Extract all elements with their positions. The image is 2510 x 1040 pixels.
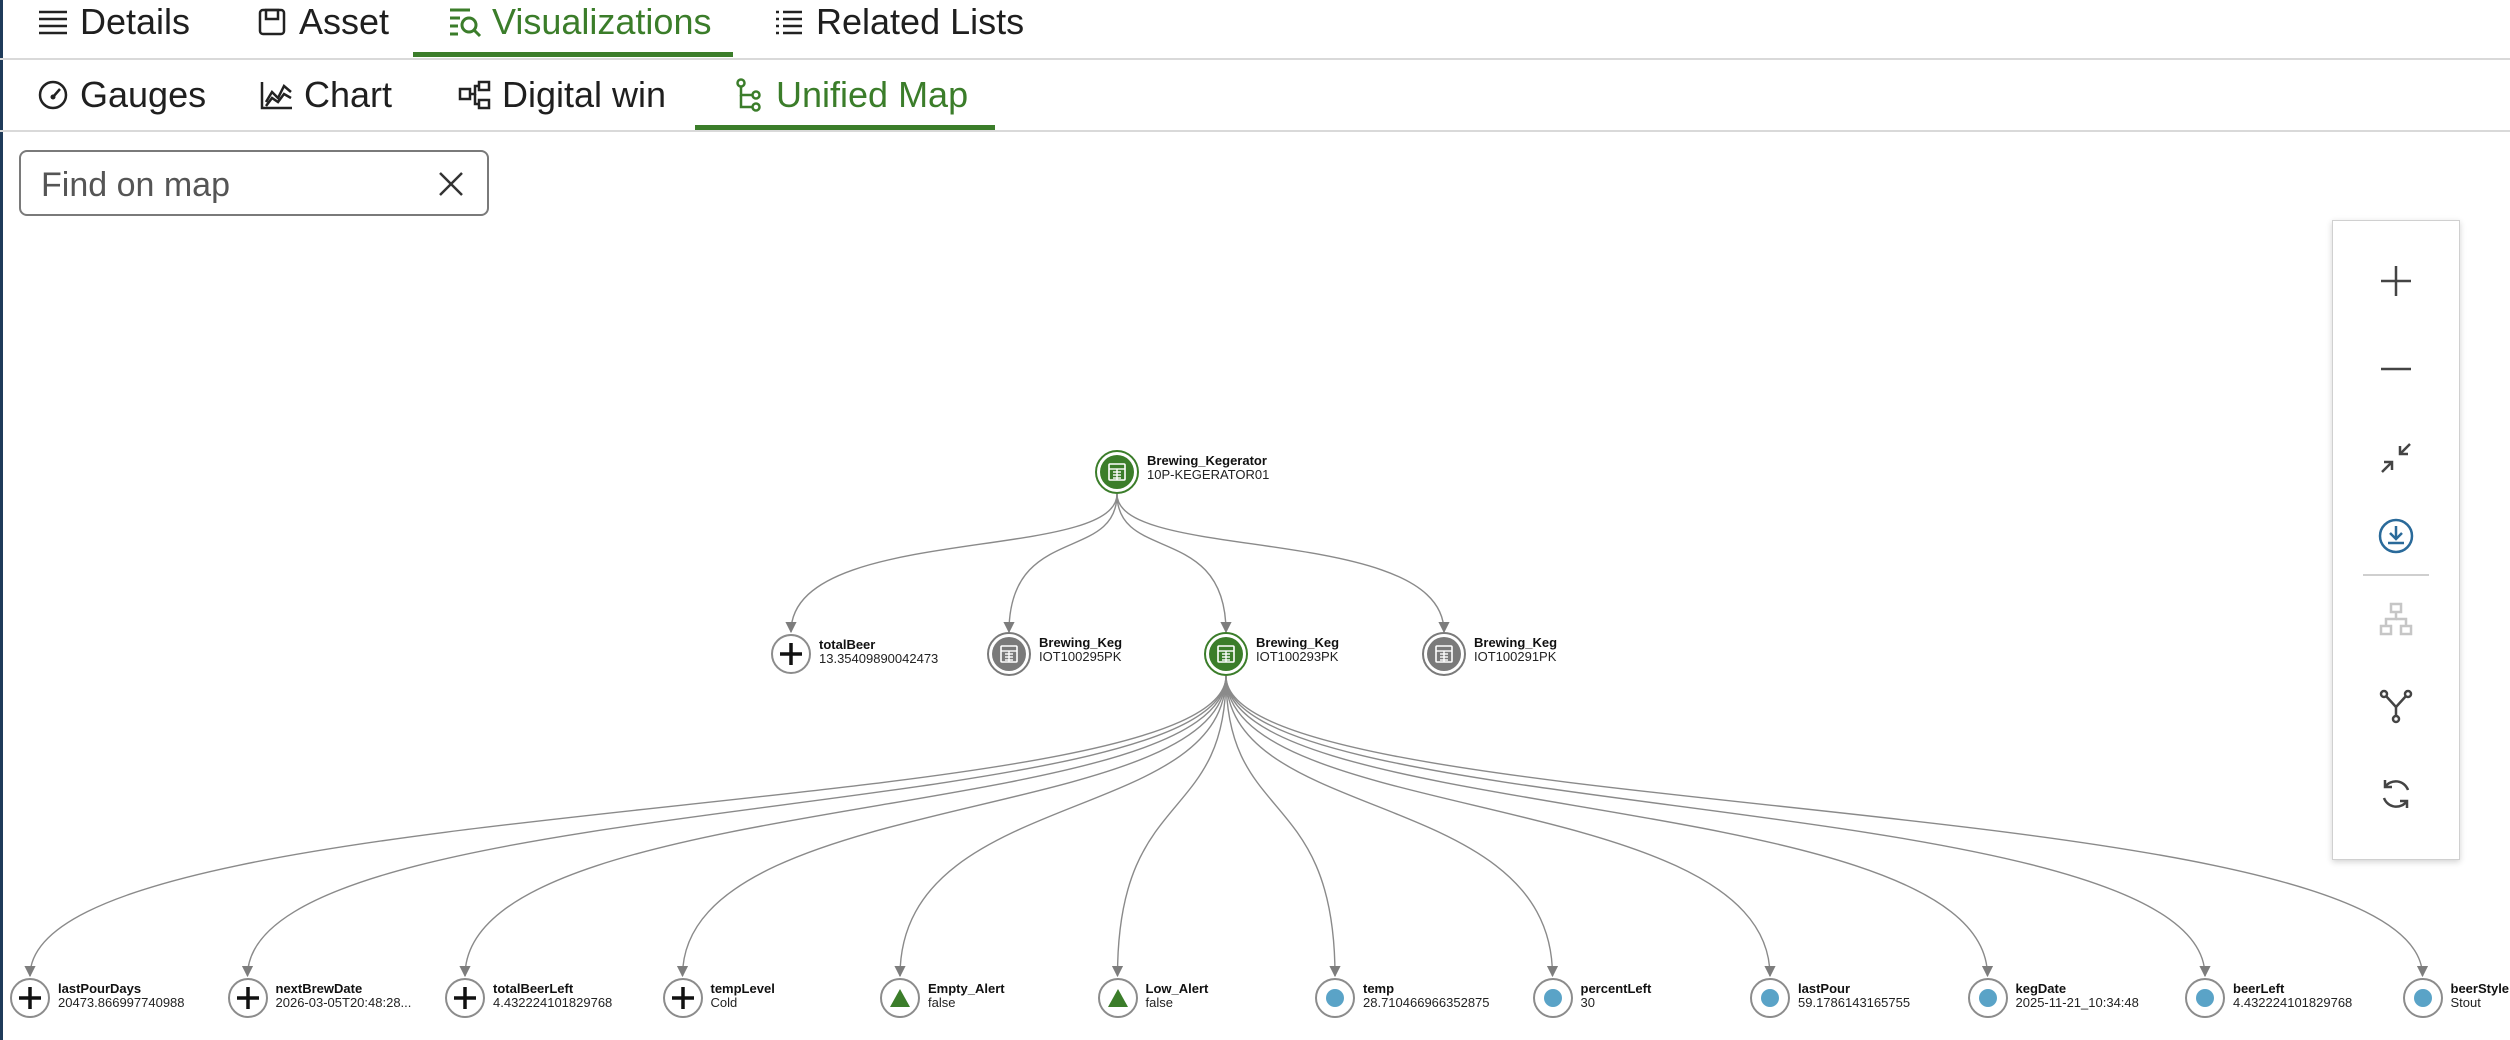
map-edge: [241, 675, 1227, 978]
node-label: totalBeer 13.35409890042473: [819, 638, 938, 666]
node-label: temp 28.710466966352875: [1363, 982, 1490, 1010]
node-name: nextBrewDate: [275, 981, 363, 996]
node-value: 30: [1580, 995, 1595, 1010]
node-name: Brewing_Keg: [1474, 635, 1558, 650]
asset-node-icon: [1422, 632, 1466, 676]
property-dot-icon: [2185, 978, 2225, 1018]
download-icon[interactable]: [2366, 506, 2426, 566]
node-value: Cold: [710, 995, 738, 1010]
node-value: 4.432224101829768: [2233, 995, 2353, 1010]
fit-to-screen-icon[interactable]: [2366, 428, 2426, 488]
node-value: 10P-KEGERATOR01: [1147, 467, 1270, 482]
add-node-icon: [10, 978, 50, 1018]
map-edge: [1111, 675, 1227, 978]
node-name: beerStyle: [2450, 981, 2510, 996]
node-value: false: [1145, 995, 1173, 1010]
map-edge: [894, 675, 1227, 978]
node-name: Low_Alert: [1145, 981, 1209, 996]
node-label: Brewing_Kegerator 10P-KEGERATOR01: [1147, 454, 1269, 482]
map-edge: [1225, 675, 1994, 978]
node-name: kegDate: [2015, 981, 2067, 996]
node-label: nextBrewDate 2026-03-05T20:48:28...: [276, 982, 412, 1010]
node-value: 13.35409890042473: [819, 651, 939, 666]
node-value: IOT100293PK: [1256, 649, 1339, 664]
map-edge: [1225, 675, 2211, 978]
node-value: 59.1786143165755: [1798, 995, 1911, 1010]
map-edge: [1225, 675, 1559, 978]
branch-layout-icon[interactable]: [2366, 676, 2426, 736]
node-label: tempLevel Cold: [711, 982, 775, 1010]
node-label: lastPourDays 20473.866997740988: [58, 982, 185, 1010]
node-name: totalBeer: [819, 637, 876, 652]
zoom-out-icon[interactable]: [2366, 339, 2426, 399]
node-name: lastPourDays: [58, 981, 142, 996]
node-value: 2025-11-21_10:34:48: [2015, 995, 2139, 1010]
property-dot-icon: [1967, 978, 2008, 1018]
map-edge: [1116, 493, 1232, 634]
node-label: totalBeerLeft 4.432224101829768: [493, 982, 612, 1010]
node-name: lastPour: [1798, 981, 1851, 996]
property-dot-icon: [1315, 978, 1355, 1018]
node-label: Brewing_Keg IOT100295PK: [1039, 636, 1122, 664]
map-edge: [1003, 493, 1118, 634]
property-dot-icon: [1750, 978, 1790, 1018]
node-name: Brewing_Keg: [1256, 635, 1340, 650]
node-label: Low_Alert false: [1146, 982, 1209, 1010]
node-name: tempLevel: [710, 981, 775, 996]
hierarchy-layout-icon[interactable]: [2366, 589, 2426, 649]
node-value: 20473.866997740988: [58, 995, 185, 1010]
node-value: 28.710466966352875: [1363, 995, 1490, 1010]
map-edge: [1225, 675, 1341, 978]
map-edge: [1116, 493, 1450, 634]
node-label: Brewing_Keg IOT100293PK: [1256, 636, 1339, 664]
map-edges: [24, 493, 2429, 978]
asset-node-icon: [1095, 450, 1139, 494]
add-node-icon: [771, 634, 811, 674]
property-dot-icon: [2402, 978, 2443, 1018]
add-node-icon: [662, 978, 703, 1018]
node-name: totalBeerLeft: [493, 981, 574, 996]
node-label: lastPour 59.1786143165755: [1798, 982, 1910, 1010]
node-name: temp: [1363, 981, 1395, 996]
refresh-icon[interactable]: [2366, 764, 2426, 824]
node-value: 2026-03-05T20:48:28...: [275, 995, 412, 1010]
map-edge: [459, 675, 1227, 978]
node-name: Brewing_Kegerator: [1147, 453, 1267, 468]
asset-node-icon: [1204, 632, 1248, 676]
node-label: beerStyle Stout: [2451, 982, 2510, 1010]
node-label: percentLeft 30: [1581, 982, 1652, 1010]
node-value: 4.432224101829768: [493, 995, 613, 1010]
node-label: Empty_Alert false: [928, 982, 1005, 1010]
tool-separator: [2363, 574, 2429, 576]
zoom-in-icon[interactable]: [2366, 251, 2426, 311]
add-node-icon: [445, 978, 485, 1018]
node-value: IOT100291PK: [1474, 649, 1557, 664]
map-tool-panel: [2332, 220, 2460, 860]
alert-triangle-icon: [880, 978, 920, 1018]
node-value: false: [928, 995, 956, 1010]
asset-node-icon: [987, 632, 1031, 676]
node-name: beerLeft: [2233, 981, 2285, 996]
node-label: kegDate 2025-11-21_10:34:48: [2016, 982, 2139, 1010]
node-value: IOT100295PK: [1039, 649, 1122, 664]
node-label: Brewing_Keg IOT100291PK: [1474, 636, 1557, 664]
node-name: Empty_Alert: [928, 981, 1005, 996]
node-label: beerLeft 4.432224101829768: [2233, 982, 2352, 1010]
add-node-icon: [227, 978, 268, 1018]
map-edge: [785, 493, 1118, 634]
node-name: Brewing_Keg: [1039, 635, 1123, 650]
alert-triangle-icon: [1097, 978, 1138, 1018]
node-value: Stout: [2450, 995, 2481, 1010]
node-name: percentLeft: [1580, 981, 1652, 996]
property-dot-icon: [1532, 978, 1573, 1018]
